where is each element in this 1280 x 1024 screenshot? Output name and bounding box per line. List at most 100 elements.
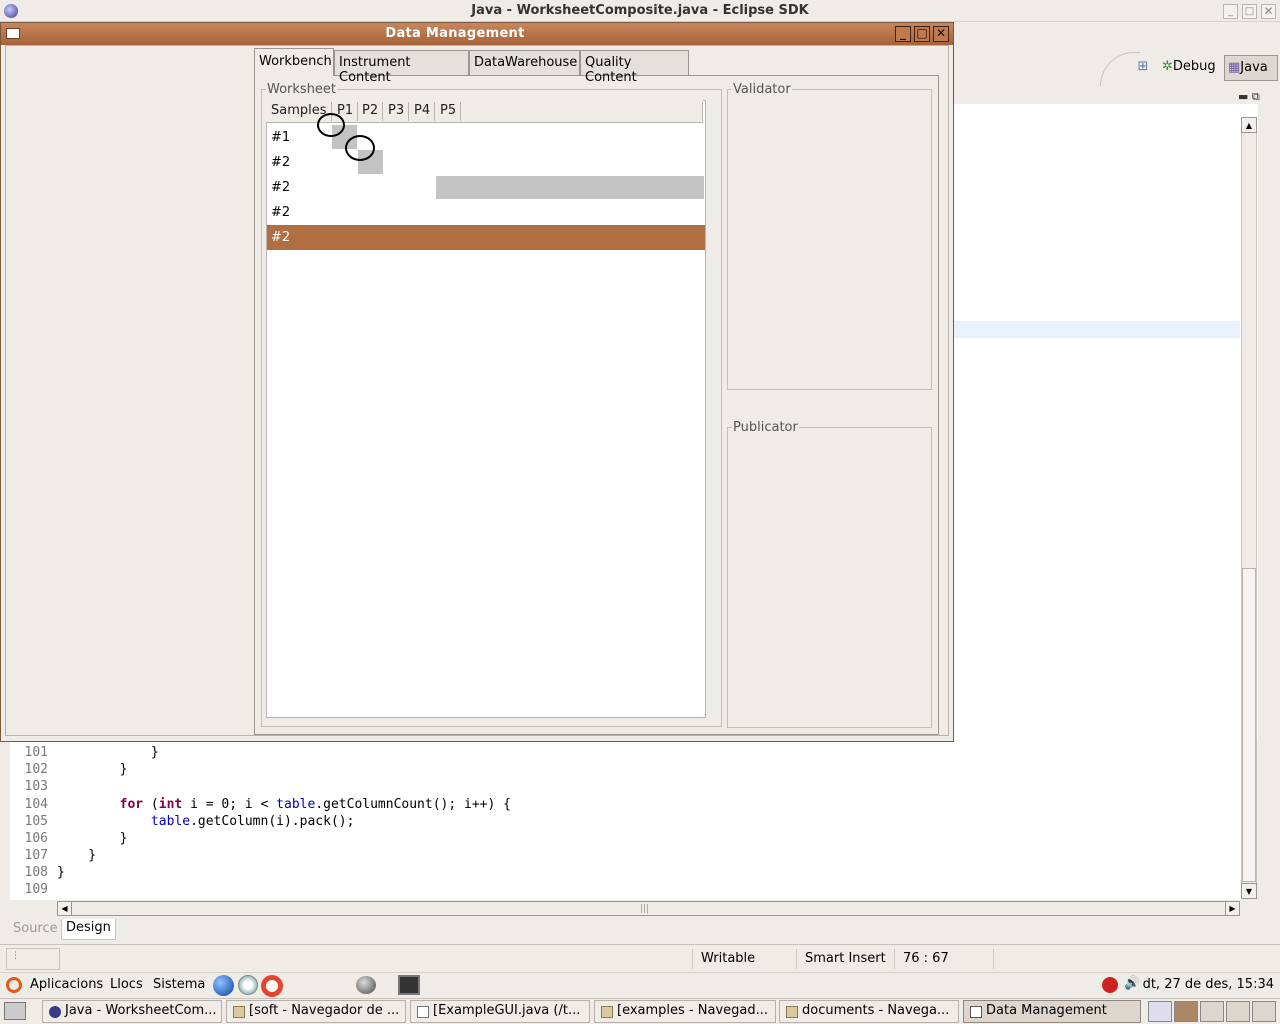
menu-places[interactable]: Llocs: [110, 977, 143, 992]
scroll-up-arrow-icon[interactable]: ▲: [1241, 117, 1257, 133]
table-row[interactable]: #2: [267, 150, 705, 175]
code-line[interactable]: }: [57, 762, 128, 777]
perspective-java-button[interactable]: ▦Java: [1224, 55, 1278, 81]
volume-icon[interactable]: 🔊: [1124, 976, 1140, 996]
validator-legend: Validator: [733, 82, 791, 97]
row-sample-label: #2: [271, 180, 291, 195]
workspace-switcher-3[interactable]: [1200, 1001, 1224, 1022]
column-header-p5[interactable]: P5: [440, 103, 456, 118]
open-perspective-icon[interactable]: ⊞: [1135, 59, 1151, 75]
eclipse-icon: [49, 1006, 61, 1018]
window-icon: [970, 1006, 982, 1018]
code-line-for-loop-text: for (int i = 0; i < table.getColumnCount…: [119, 797, 511, 812]
taskbar-item-examplegui[interactable]: [ExampleGUI.java (/t...: [410, 1000, 590, 1023]
column-separator[interactable]: [408, 102, 409, 121]
column-header-p4[interactable]: P4: [414, 103, 430, 118]
column-separator: [702, 102, 703, 121]
status-bar-handle[interactable]: ⋮: [6, 948, 60, 970]
taskbar-item-label: Data Management: [986, 1003, 1107, 1018]
column-header-p2[interactable]: P2: [362, 103, 378, 118]
column-separator[interactable]: [460, 102, 461, 121]
column-header-p3[interactable]: P3: [388, 103, 404, 118]
clock[interactable]: dt, 27 de des, 15:34: [1143, 977, 1274, 992]
menu-applications[interactable]: Aplicacions: [30, 977, 103, 992]
mail-app-icon[interactable]: [356, 976, 376, 994]
folder-icon: [233, 1006, 245, 1018]
workspace-switcher-2[interactable]: [1174, 1001, 1198, 1022]
editor-area[interactable]: [953, 104, 1258, 740]
maximize-icon[interactable]: □: [1242, 4, 1257, 19]
trash-icon[interactable]: [1252, 1001, 1276, 1022]
taskbar-item-eclipse[interactable]: Java - WorksheetCom...: [42, 1000, 222, 1023]
web-browser-icon[interactable]: [213, 975, 234, 996]
line-number: 101: [24, 745, 48, 760]
scrollbar-grip-icon: |||: [640, 904, 650, 914]
worksheet-legend: Worksheet: [267, 82, 337, 97]
dialog-maximize-icon[interactable]: □: [914, 26, 930, 42]
code-line[interactable]: }: [57, 848, 96, 863]
workspace-switcher-1[interactable]: [1148, 1001, 1172, 1022]
dialog-title: Data Management: [385, 26, 525, 41]
row-sample-label: #2: [271, 155, 291, 170]
column-separator[interactable]: [434, 102, 435, 121]
help-lifebuoy-icon[interactable]: [261, 975, 283, 997]
publicator-group: Publicator: [727, 420, 932, 728]
tab-source[interactable]: Source: [10, 920, 61, 940]
update-notifier-icon[interactable]: [1102, 977, 1118, 993]
dialog-close-icon[interactable]: ✕: [933, 26, 949, 42]
publicator-legend: Publicator: [733, 420, 798, 435]
column-separator[interactable]: [357, 102, 358, 121]
tab-instrument-content[interactable]: Instrument Content: [334, 50, 469, 85]
scrollbar-thumb[interactable]: [1242, 568, 1256, 882]
taskbar-item-examples[interactable]: [examples - Navegad...: [594, 1000, 776, 1023]
code-line[interactable]: }: [57, 831, 128, 846]
code-line-for-loop[interactable]: for (int i = 0; i < table.getColumnCount…: [57, 797, 511, 812]
column-separator[interactable]: [382, 102, 383, 121]
line-number: 107: [24, 848, 48, 863]
row-sample-label: #2: [271, 230, 291, 245]
taskbar-item-label: documents - Navega...: [802, 1003, 950, 1018]
java-perspective-icon: ▦: [1228, 60, 1241, 75]
tab-quality-content[interactable]: Quality Content: [580, 50, 689, 85]
cell-highlight-p5-range[interactable]: [436, 176, 704, 199]
show-desktop-icon[interactable]: [4, 1002, 26, 1020]
code-line[interactable]: }: [57, 745, 159, 760]
tab-design[interactable]: Design: [61, 919, 116, 940]
taskbar-item-data-management[interactable]: Data Management: [963, 1000, 1141, 1023]
folder-icon: [601, 1006, 613, 1018]
status-bar: [0, 944, 1280, 972]
code-line[interactable]: }: [57, 865, 65, 880]
table-row[interactable]: #2: [267, 200, 705, 225]
scroll-down-arrow-icon[interactable]: ▼: [1241, 883, 1257, 899]
tab-datawarehouse[interactable]: DataWarehouse: [469, 50, 580, 75]
annotation-circle-icon: [317, 113, 345, 137]
perspective-debug-button[interactable]: ✲Debug: [1158, 57, 1220, 79]
scroll-right-arrow-icon[interactable]: ▶: [1225, 901, 1240, 916]
line-number: 102: [24, 762, 48, 777]
row-sample-label: #1: [271, 130, 291, 145]
workspace-switcher-4[interactable]: [1226, 1001, 1250, 1022]
clock-app-icon[interactable]: [238, 975, 258, 995]
status-cursor-position: 76 : 67: [894, 949, 994, 969]
close-icon[interactable]: ✕: [1261, 4, 1276, 19]
terminal-icon[interactable]: [398, 975, 420, 995]
table-row-selected[interactable]: #2: [267, 225, 705, 250]
folder-icon: [786, 1006, 798, 1018]
dialog-minimize-icon[interactable]: _: [895, 26, 911, 42]
annotation-circle-icon: [345, 135, 375, 161]
scroll-left-arrow-icon[interactable]: ◀: [57, 901, 72, 916]
editor-minimize-maximize-icons[interactable]: ▬ ⧉: [1238, 90, 1260, 104]
column-header-samples[interactable]: Samples: [271, 103, 327, 118]
taskbar-item-label: [ExampleGUI.java (/t...: [433, 1003, 581, 1018]
text-editor-icon: [417, 1006, 429, 1018]
taskbar-item-label: [soft - Navegador de ...: [249, 1003, 400, 1018]
code-line[interactable]: table.getColumn(i).pack();: [57, 814, 355, 829]
dialog-left-pane: [6, 46, 254, 735]
tab-workbench[interactable]: Workbench: [254, 48, 334, 76]
taskbar-item-documents[interactable]: documents - Navega...: [779, 1000, 959, 1023]
line-number: 106: [24, 831, 48, 846]
minimize-icon[interactable]: _: [1223, 4, 1238, 19]
taskbar-item-soft[interactable]: [soft - Navegador de ...: [226, 1000, 406, 1023]
gnome-foot-icon[interactable]: [6, 977, 22, 993]
menu-system[interactable]: Sistema: [153, 977, 205, 992]
